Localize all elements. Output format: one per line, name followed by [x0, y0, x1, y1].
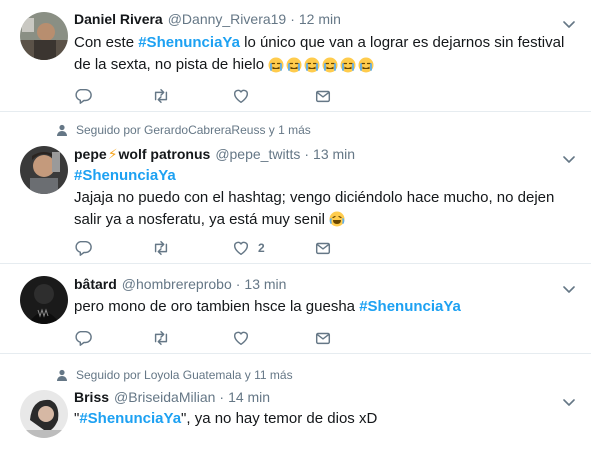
avatar[interactable] — [20, 12, 68, 60]
tweet-text: #ShenunciaYa Jajaja no puedo con el hash… — [74, 165, 574, 231]
display-name[interactable]: Briss — [74, 389, 109, 405]
like-button[interactable]: 2 — [232, 238, 265, 258]
retweet-button[interactable] — [152, 86, 170, 106]
message-icon — [314, 329, 332, 347]
like-icon — [232, 239, 250, 257]
crying-face-icon — [322, 57, 338, 73]
reply-button[interactable] — [74, 328, 92, 348]
hashtag-link[interactable]: #ShenunciaYa — [138, 34, 240, 51]
handle[interactable]: @hombrereprobo — [122, 276, 232, 292]
timestamp[interactable]: 13 min — [313, 146, 355, 162]
retweet-icon — [152, 87, 170, 105]
person-icon — [56, 369, 68, 381]
tweet-actions — [74, 328, 374, 348]
tweet-text: pero mono de oro tambien hsce la guesha … — [74, 296, 574, 318]
hashtag-link[interactable]: #ShenunciaYa — [359, 298, 461, 315]
tweet-text-part: Jajaja no puedo con el hashtag; vengo di… — [74, 189, 555, 228]
handle[interactable]: @pepe_twitts — [215, 146, 300, 162]
like-button[interactable] — [232, 86, 250, 106]
message-icon — [314, 87, 332, 105]
separator: · — [304, 146, 310, 162]
display-name[interactable]: bâtard — [74, 276, 117, 292]
separator: · — [235, 276, 241, 292]
avatar[interactable] — [20, 276, 68, 324]
social-context: Seguido por GerardoCabreraReuss y 1 más — [56, 122, 311, 138]
tweet-text-part: pero mono de oro tambien hsce la guesha — [74, 298, 360, 315]
tweet-text: "#ShenunciaYa", ya no hay temor de dios … — [74, 408, 574, 430]
tweet-header: bâtard @hombrereprobo · 13 min — [74, 274, 551, 294]
message-button[interactable] — [314, 328, 332, 348]
tweet-batard[interactable]: bâtard @hombrereprobo · 13 min pero mono… — [0, 264, 591, 354]
avatar[interactable] — [20, 390, 68, 438]
crying-face-icon — [268, 57, 284, 73]
social-context: Seguido por Loyola Guatemala y 11 más — [56, 367, 293, 383]
tweet-daniel-rivera[interactable]: Daniel Rivera @Danny_Rivera19 · 12 min C… — [0, 0, 591, 112]
laughing-tears-icon — [329, 211, 345, 227]
crying-face-icon — [286, 57, 302, 73]
tweet-text: Con este #ShenunciaYa lo único que van a… — [74, 32, 574, 76]
tweet-actions: 2 — [74, 238, 374, 258]
timestamp[interactable]: 12 min — [299, 11, 341, 27]
retweet-button[interactable] — [152, 238, 170, 258]
reply-icon — [74, 239, 92, 257]
chevron-down-icon[interactable] — [563, 151, 575, 159]
tweet-text-part: ", ya no hay temor de dios xD — [181, 410, 378, 427]
tweet-header: Briss @BriseidaMilian · 14 min — [74, 387, 551, 407]
separator: · — [290, 11, 295, 27]
crying-face-icon — [358, 57, 374, 73]
display-name[interactable]: Daniel Rivera — [74, 11, 163, 27]
avatar[interactable] — [20, 146, 68, 194]
hashtag-link[interactable]: #ShenunciaYa — [74, 167, 176, 184]
like-icon — [232, 87, 250, 105]
tweet-text-part: Con este — [74, 34, 139, 51]
crying-face-icon — [340, 57, 356, 73]
reply-button[interactable] — [74, 86, 92, 106]
handle[interactable]: @Danny_Rivera19 — [168, 11, 287, 27]
emoji-group — [268, 57, 374, 73]
reply-button[interactable] — [74, 238, 92, 258]
like-count: 2 — [258, 241, 265, 255]
timestamp[interactable]: 14 min — [228, 389, 270, 405]
social-context-text[interactable]: Seguido por Loyola Guatemala y 11 más — [76, 368, 293, 382]
tweet-header: Daniel Rivera @Danny_Rivera19 · 12 min — [74, 9, 551, 29]
tweet-briss[interactable]: Seguido por Loyola Guatemala y 11 más Br… — [0, 354, 591, 458]
message-button[interactable] — [314, 238, 332, 258]
tweet-pepe[interactable]: Seguido por GerardoCabreraReuss y 1 más … — [0, 112, 591, 264]
lightning-icon: ⚡ — [107, 145, 118, 162]
display-name[interactable]: pepe⚡wolf patronus — [74, 146, 210, 163]
tweet-actions — [74, 86, 374, 106]
reply-icon — [74, 87, 92, 105]
separator: · — [219, 389, 225, 405]
timestamp[interactable]: 13 min — [244, 276, 286, 292]
handle[interactable]: @BriseidaMilian — [114, 389, 215, 405]
like-button[interactable] — [232, 328, 250, 348]
social-context-text[interactable]: Seguido por GerardoCabreraReuss y 1 más — [76, 123, 311, 137]
display-name-part: wolf patronus — [118, 145, 211, 162]
crying-face-icon — [304, 57, 320, 73]
display-name-part: pepe — [74, 145, 107, 162]
chevron-down-icon[interactable] — [563, 281, 575, 289]
chevron-down-icon[interactable] — [563, 394, 575, 402]
person-icon — [56, 124, 68, 136]
tweet-header: pepe⚡wolf patronus @pepe_twitts · 13 min — [74, 144, 551, 164]
message-icon — [314, 239, 332, 257]
hashtag-link[interactable]: #ShenunciaYa — [79, 410, 181, 427]
retweet-icon — [152, 239, 170, 257]
retweet-button[interactable] — [152, 328, 170, 348]
chevron-down-icon[interactable] — [563, 16, 575, 24]
like-icon — [232, 329, 250, 347]
message-button[interactable] — [314, 86, 332, 106]
reply-icon — [74, 329, 92, 347]
retweet-icon — [152, 329, 170, 347]
